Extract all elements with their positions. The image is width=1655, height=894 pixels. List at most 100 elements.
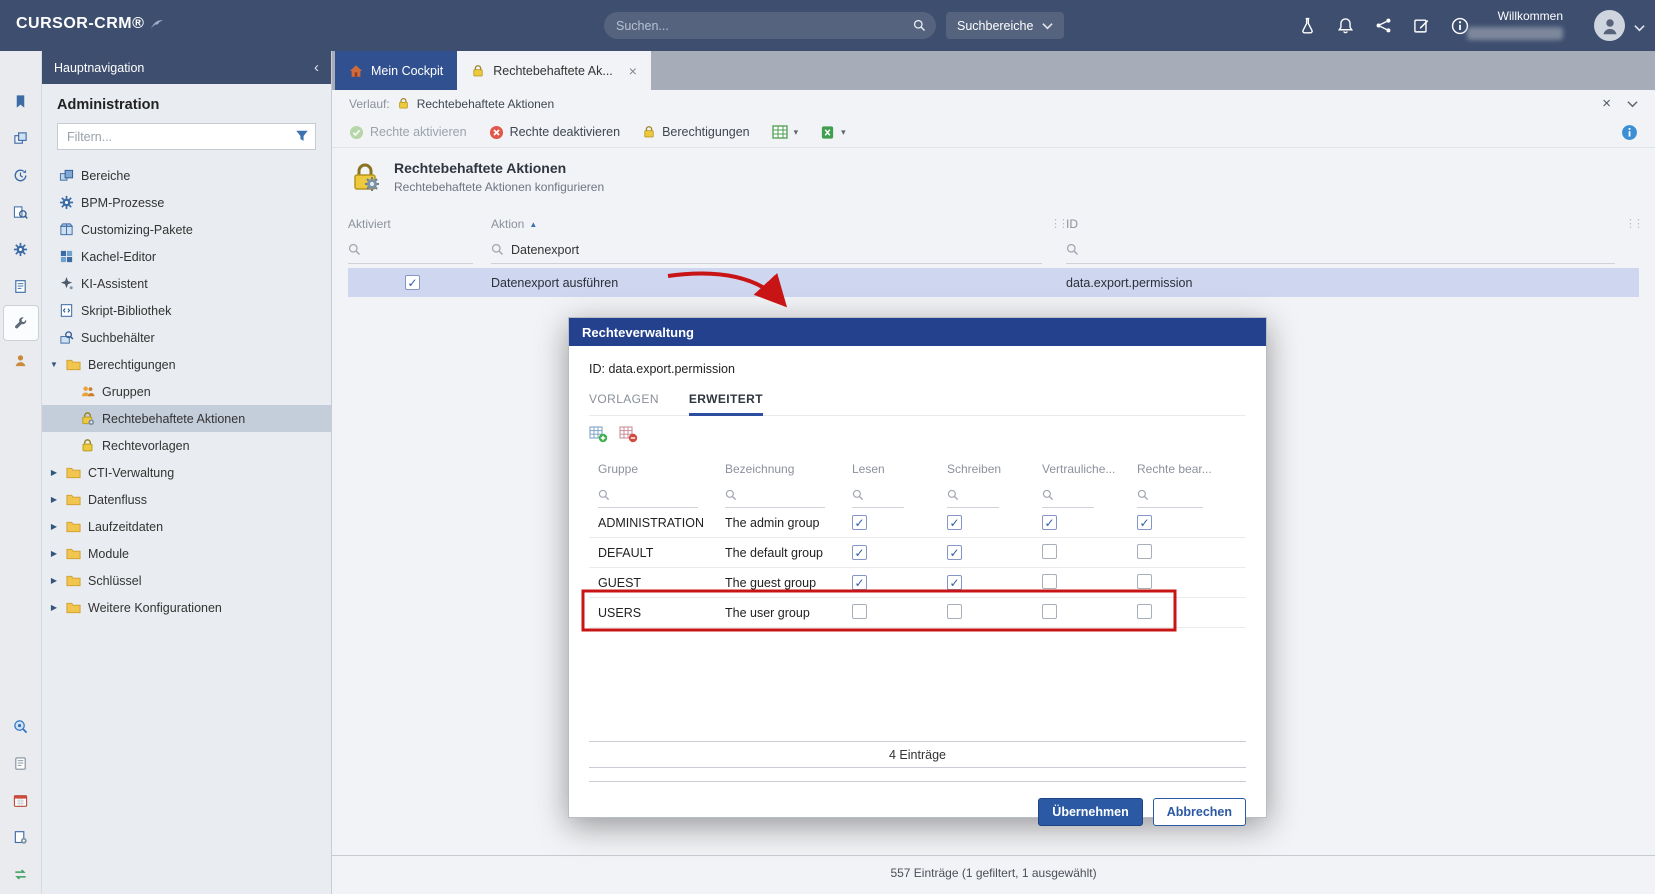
nav-item-berechtigungen[interactable]: ▼ Berechtigungen <box>42 351 331 378</box>
filter-aktiviert[interactable] <box>348 236 473 264</box>
group-row-default[interactable]: DEFAULT The default group <box>589 538 1246 568</box>
chevron-right-icon[interactable]: ▶ <box>49 468 59 477</box>
filter-id[interactable] <box>1066 236 1615 264</box>
tab-rechtebehaftete-aktionen[interactable]: Rechtebehaftete Ak... × <box>457 51 651 90</box>
column-header-rechte-bearbeiten[interactable]: Rechte bear... <box>1137 462 1246 476</box>
nav-item-kachel-editor[interactable]: Kachel-Editor <box>42 243 331 270</box>
history-item[interactable]: Rechtebehaftete Aktionen <box>417 97 554 111</box>
rail-calendar[interactable] <box>4 783 38 817</box>
checkbox-lesen[interactable] <box>852 545 867 560</box>
search-input[interactable] <box>604 12 936 39</box>
checkbox-rechte[interactable] <box>1137 515 1152 530</box>
filter-vertrauliche[interactable] <box>1042 482 1094 508</box>
permissions-button[interactable]: Berechtigungen <box>642 125 750 139</box>
nav-item-skript-bibliothek[interactable]: Skript-Bibliothek <box>42 297 331 324</box>
filter-aktion[interactable]: Datenexport <box>491 236 1042 264</box>
chevron-down-icon[interactable] <box>1627 100 1638 108</box>
checkbox-lesen[interactable] <box>852 604 867 619</box>
group-row-guest[interactable]: GUEST The guest group <box>589 568 1246 598</box>
info-button[interactable] <box>1621 124 1638 141</box>
apply-button[interactable]: Übernehmen <box>1038 798 1142 826</box>
nav-item-weitere-konfigurationen[interactable]: ▶Weitere Konfigurationen <box>42 594 331 621</box>
column-header-bezeichnung[interactable]: Bezeichnung <box>725 462 852 476</box>
search-areas-button[interactable]: Suchbereiche <box>946 12 1064 39</box>
checkbox-vertrauliche[interactable] <box>1042 604 1057 619</box>
nav-item-bereiche[interactable]: Bereiche <box>42 162 331 189</box>
chevron-right-icon[interactable]: ▶ <box>49 603 59 612</box>
nav-item-laufzeitdaten[interactable]: ▶Laufzeitdaten <box>42 513 331 540</box>
nav-item-bpm-prozesse[interactable]: BPM-Prozesse <box>42 189 331 216</box>
search-icon[interactable] <box>913 19 926 32</box>
tab-erweitert[interactable]: ERWEITERT <box>689 392 763 416</box>
chevron-right-icon[interactable]: ▶ <box>49 522 59 531</box>
checkbox-vertrauliche[interactable] <box>1042 544 1057 559</box>
remove-row-button[interactable] <box>619 426 638 446</box>
filter-rechte[interactable] <box>1137 482 1203 508</box>
rail-settings[interactable] <box>4 232 38 266</box>
checkbox-lesen[interactable] <box>852 575 867 590</box>
checkbox-rechte[interactable] <box>1137 544 1152 559</box>
nav-item-ki-assistent[interactable]: KI-Assistent <box>42 270 331 297</box>
checkbox-vertrauliche[interactable] <box>1042 515 1057 530</box>
compose-icon[interactable] <box>1413 17 1430 34</box>
checkbox-rechte[interactable] <box>1137 574 1152 589</box>
table-view-button[interactable]: ▾ <box>772 124 799 140</box>
checkbox-schreiben[interactable] <box>947 604 962 619</box>
rail-windows[interactable] <box>4 121 38 155</box>
share-icon[interactable] <box>1375 17 1392 34</box>
chevron-right-icon[interactable]: ▶ <box>49 576 59 585</box>
checkbox-rechte[interactable] <box>1137 604 1152 619</box>
nav-item-datenfluss[interactable]: ▶Datenfluss <box>42 486 331 513</box>
checkbox-schreiben[interactable] <box>947 545 962 560</box>
rail-administration[interactable] <box>4 306 38 340</box>
chevron-right-icon[interactable]: ▶ <box>49 549 59 558</box>
tab-close-icon[interactable]: × <box>629 63 637 79</box>
filter-bezeichnung[interactable] <box>725 482 825 508</box>
nav-item-suchbehaelter[interactable]: Suchbehälter <box>42 324 331 351</box>
checkbox-vertrauliche[interactable] <box>1042 574 1057 589</box>
checkbox[interactable] <box>405 275 420 290</box>
checkbox-schreiben[interactable] <box>947 575 962 590</box>
filter-gruppe[interactable] <box>598 482 698 508</box>
nav-filter-input[interactable] <box>57 123 316 150</box>
nav-item-cti-verwaltung[interactable]: ▶CTI-Verwaltung <box>42 459 331 486</box>
bell-icon[interactable] <box>1337 17 1354 34</box>
rail-sync[interactable] <box>4 857 38 891</box>
column-header-id[interactable]: ID <box>1066 217 1639 231</box>
column-resize-handle[interactable]: ⋮⋮ <box>1625 217 1641 230</box>
column-resize-handle[interactable]: ⋮⋮ <box>1050 217 1066 230</box>
rail-bookmarks[interactable] <box>4 84 38 118</box>
rail-map-search[interactable] <box>4 709 38 743</box>
avatar[interactable] <box>1594 10 1625 41</box>
filter-schreiben[interactable] <box>947 482 999 508</box>
chevron-right-icon[interactable]: ▶ <box>49 495 59 504</box>
checkbox-schreiben[interactable] <box>947 515 962 530</box>
column-header-gruppe[interactable]: Gruppe <box>598 462 725 476</box>
rail-contacts[interactable] <box>4 343 38 377</box>
rail-document-settings[interactable] <box>4 820 38 854</box>
nav-item-rechtevorlagen[interactable]: Rechtevorlagen <box>42 432 331 459</box>
excel-export-button[interactable]: ▾ <box>820 125 846 140</box>
tab-mein-cockpit[interactable]: Mein Cockpit <box>335 51 457 90</box>
activate-rights-button[interactable]: Rechte aktivieren <box>349 125 467 140</box>
column-header-aktion[interactable]: Aktion▲ <box>491 217 1066 231</box>
close-icon[interactable]: × <box>1602 95 1611 112</box>
chevron-down-icon[interactable]: ▼ <box>49 360 59 369</box>
flask-icon[interactable] <box>1299 17 1316 34</box>
user-menu-chevron-icon[interactable] <box>1634 21 1645 35</box>
nav-item-customizing-pakete[interactable]: Customizing-Pakete <box>42 216 331 243</box>
rail-history[interactable] <box>4 158 38 192</box>
rail-notes[interactable] <box>4 746 38 780</box>
nav-collapse-icon[interactable]: ‹ <box>314 59 319 76</box>
rail-reports[interactable] <box>4 269 38 303</box>
column-header-lesen[interactable]: Lesen <box>852 462 947 476</box>
cancel-button[interactable]: Abbrechen <box>1153 798 1246 826</box>
add-row-button[interactable] <box>589 426 608 446</box>
nav-item-schluessel[interactable]: ▶Schlüssel <box>42 567 331 594</box>
group-row-users[interactable]: USERS The user group <box>589 598 1246 628</box>
filter-icon[interactable] <box>295 129 309 143</box>
deactivate-rights-button[interactable]: Rechte deaktivieren <box>489 125 620 140</box>
rail-research[interactable] <box>4 195 38 229</box>
column-header-aktiviert[interactable]: Aktiviert <box>348 217 491 231</box>
nav-item-rechtebehaftete-aktionen[interactable]: Rechtebehaftete Aktionen <box>42 405 331 432</box>
